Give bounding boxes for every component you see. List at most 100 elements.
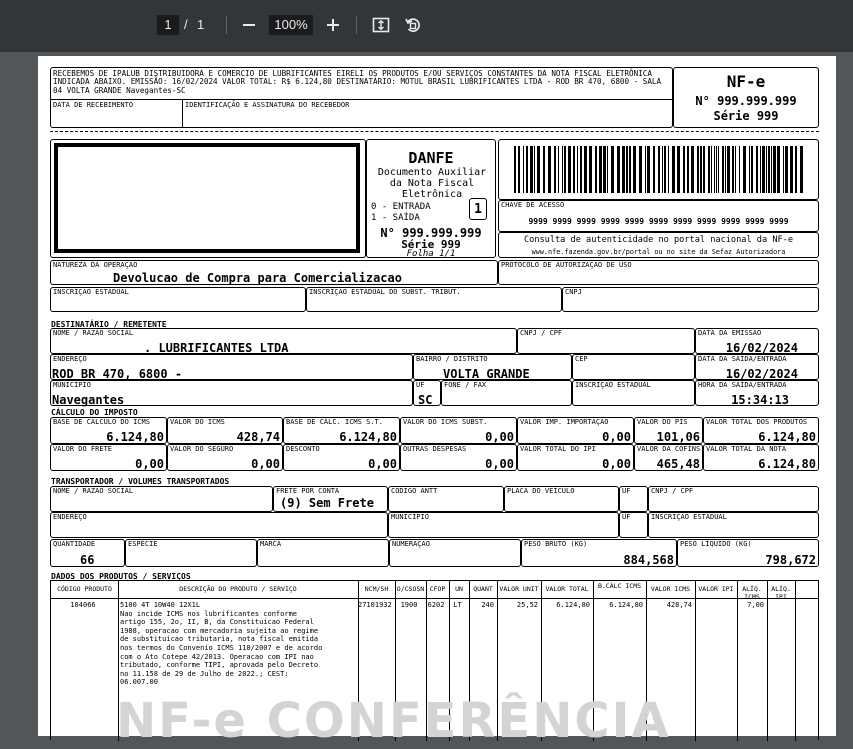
imposto-cell: DESCONTO 0,00 xyxy=(283,444,400,471)
barcode-bar xyxy=(526,146,528,193)
barcode-bar xyxy=(672,146,675,193)
barcode-bar xyxy=(691,146,694,193)
redacted-logo xyxy=(54,143,360,253)
barcode-bar xyxy=(589,146,592,193)
imposto-label: VALOR DO SEGURO xyxy=(170,445,234,453)
product-description-line: 5100 4T 10W40 12X1L xyxy=(120,601,201,609)
barcode xyxy=(514,146,805,193)
barcode-bar xyxy=(611,146,614,193)
header-divider xyxy=(51,598,818,599)
barcode-bar xyxy=(629,146,631,193)
dest-nome-label: NOME / RAZÃO SOCIAL xyxy=(53,329,134,337)
barcode-bar xyxy=(514,146,516,193)
danfe-subtitle: Documento Auxiliar da Nota Fiscal Eletrô… xyxy=(377,167,487,200)
imposto-cell: VALOR TOTAL DOS PRODUTOS 6.124,80 xyxy=(703,417,819,444)
transp-quantidade-value: 66 xyxy=(80,553,95,567)
transp-uf-box: UF xyxy=(619,486,648,512)
barcode-bar xyxy=(554,146,556,193)
danfe-folha: Folha 1/1 xyxy=(406,249,456,259)
transp-peso-bruto-box: PESO BRUTO (KG) 884,568 xyxy=(521,539,677,567)
rotate-button[interactable] xyxy=(401,13,425,37)
chave-box: CHAVE DE ACESSO 9999 9999 9999 9999 9999… xyxy=(498,200,819,232)
consulta-box: Consulta de autenticidade no portal naci… xyxy=(498,232,819,258)
dest-fone-box: FONE / FAX xyxy=(441,380,572,406)
product-description-line: tributado, conforme TIPI, aprovada pelo … xyxy=(120,661,319,670)
product-description-line: no 11.158 de 29 de Julho de 2022.; CEST: xyxy=(120,669,289,678)
barcode-bar xyxy=(718,146,719,193)
document-page: RECEBEMOS DE IPALUB DISTRIBUIDORA E COME… xyxy=(38,56,836,749)
barcode-bar xyxy=(639,146,642,193)
dest-municipio-value: Navegantes xyxy=(52,393,125,407)
product-aliq-icms: 7,00 xyxy=(747,601,764,609)
protocolo-box: PROTOCOLO DE AUTORIZAÇÃO DE USO xyxy=(498,260,819,285)
zoom-in-button[interactable] xyxy=(321,13,345,37)
barcode-bar xyxy=(725,146,726,193)
transp-nome-label: NOME / RAZÃO SOCIAL xyxy=(53,487,134,495)
table-header: VALOR ICMS xyxy=(650,585,691,593)
imposto-cell: VALOR TOTAL DO IPI 0,00 xyxy=(517,444,634,471)
barcode-bar xyxy=(558,146,559,193)
barcode-bars xyxy=(514,146,803,193)
imposto-value: 0,00 xyxy=(485,457,514,471)
imposto-label: OUTRAS DESPESAS xyxy=(403,445,467,453)
dest-hora-value: 15:34:13 xyxy=(731,393,789,407)
product-cfop: 6202 xyxy=(427,601,445,609)
imposto-cell: VALOR DO SEGURO 0,00 xyxy=(167,444,283,471)
zoom-out-button[interactable] xyxy=(237,13,261,37)
page-number-input[interactable]: 1 xyxy=(157,15,179,35)
imposto-cell: BASE DE CÁLCULO DO ICMS 6.124,80 xyxy=(50,417,167,444)
nfe-title: NF-e xyxy=(726,72,766,91)
ie-box: INSCRIÇÃO ESTADUAL xyxy=(50,287,306,312)
transp-peso-liquido-value: 798,672 xyxy=(765,553,816,567)
transp-especie-box: ESPÉCIE xyxy=(125,539,257,567)
transp-peso-liquido-label: PESO LÍQUIDO (KG) xyxy=(680,540,752,548)
dest-endereco-box: ENDEREÇO ROD BR 470, 6800 - xyxy=(50,354,413,381)
imposto-label: VALOR DO ICMS SUBST. xyxy=(403,418,488,426)
barcode-bar xyxy=(711,146,712,193)
barcode-bar xyxy=(766,146,767,193)
transportador-section: TRANSPORTADOR / VOLUMES TRANSPORTADOS xyxy=(51,477,230,486)
consulta-text: Consulta de autenticidade no portal naci… xyxy=(523,235,794,245)
barcode-bar xyxy=(664,146,666,193)
dest-saida-box: DATA DA SAÍDA/ENTRADA 16/02/2024 xyxy=(695,354,819,381)
transp-numeracao-label: NUMERAÇÃO xyxy=(392,540,430,548)
imposto-label: VALOR DO PIS xyxy=(637,418,688,426)
imposto-label: DESCONTO xyxy=(286,445,320,453)
transp-peso-bruto-value: 884,568 xyxy=(623,553,674,567)
fit-page-button[interactable] xyxy=(369,13,393,37)
imposto-value: 428,74 xyxy=(236,430,280,444)
transp-quantidade-label: QUANTIDADE xyxy=(53,540,96,548)
imposto-label: VALOR DO FRETE xyxy=(53,445,113,453)
table-header: QUANT xyxy=(473,585,493,593)
barcode-bar xyxy=(537,146,540,193)
dest-uf-box: UF SC xyxy=(413,380,441,407)
product-description-line: 1988, operacao com mercadoria sujeita ao… xyxy=(120,626,319,635)
barcode-bar xyxy=(760,146,761,193)
ie-st-box: INSCRIÇÃO ESTADUAL DO SUBST. TRIBUT. xyxy=(306,287,562,312)
barcode-bar xyxy=(773,146,776,193)
canhoto-box: RECEBEMOS DE IPALUB DISTRIBUIDORA E COME… xyxy=(50,67,673,128)
dest-municipio-box: MUNICÍPIO Navegantes xyxy=(50,380,413,407)
barcode-bar xyxy=(647,146,650,193)
barcode-bar xyxy=(518,146,520,193)
natureza-value: Devolucao de Compra para Comercializacao xyxy=(113,271,402,285)
chave-label: CHAVE DE ACESSO xyxy=(501,201,565,209)
divider xyxy=(51,99,672,100)
imposto-value: 6.124,80 xyxy=(106,430,164,444)
barcode-bar xyxy=(677,146,680,193)
product-valor-unit: 25,52 xyxy=(516,601,538,609)
transp-municipio-label: MUNICÍPIO xyxy=(391,513,429,521)
dest-fone-label: FONE / FAX xyxy=(444,381,487,389)
table-header: CÓDIGO PRODUTO xyxy=(57,585,112,593)
barcode-box xyxy=(498,139,819,200)
imposto-cell: VALOR TOTAL DA NOTA 6.124,80 xyxy=(703,444,819,471)
barcode-bar xyxy=(716,146,717,193)
transp-endereco-label: ENDEREÇO xyxy=(53,513,87,521)
toolbar-divider xyxy=(356,16,357,34)
transp-quantidade-box: QUANTIDADE 66 xyxy=(50,539,125,567)
barcode-bar xyxy=(722,146,724,193)
barcode-bar xyxy=(768,146,770,193)
transp-numeracao-box: NUMERAÇÃO xyxy=(389,539,521,567)
zoom-level-input[interactable]: 100% xyxy=(269,15,313,35)
transp-frete-label: FRETE POR CONTA xyxy=(276,487,340,495)
